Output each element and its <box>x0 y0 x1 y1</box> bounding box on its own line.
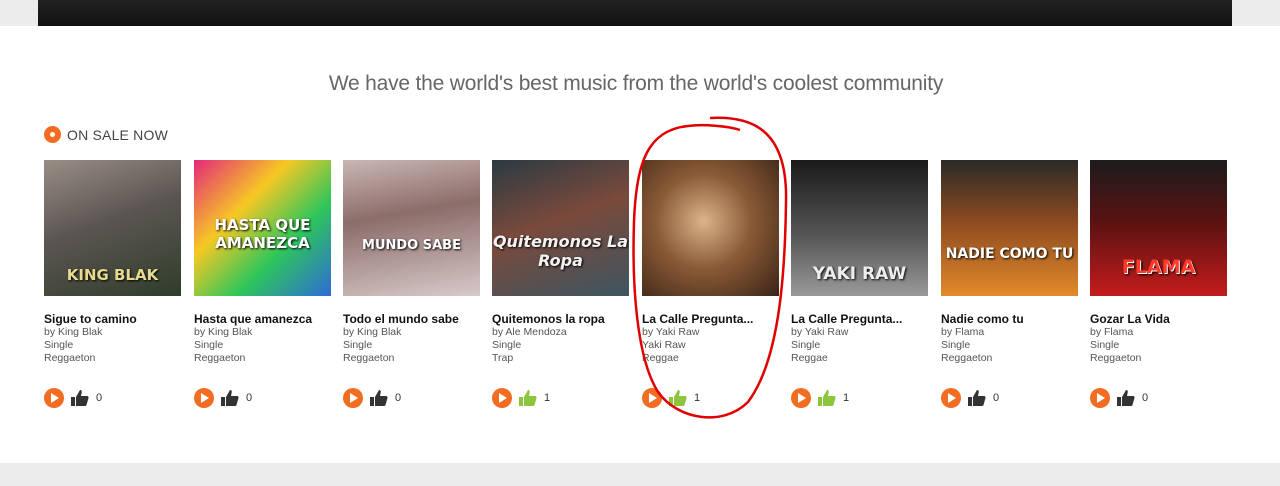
album-genre: Reggaeton <box>44 352 96 364</box>
album-cover[interactable]: Quitemonos La Ropa <box>492 160 629 296</box>
album-artist[interactable]: by Yaki Raw <box>642 326 779 339</box>
album-genre: Reggaeton <box>1090 352 1142 364</box>
album-format: Single <box>1090 339 1120 351</box>
album-card[interactable]: FLAMA Gozar La Vida by Flama Single Regg… <box>1090 160 1227 408</box>
album-title[interactable]: Hasta que amanezca <box>194 312 331 326</box>
like-count: 0 <box>1142 392 1149 404</box>
album-format: Single <box>941 339 971 351</box>
album-title[interactable]: Sigue to camino <box>44 312 181 326</box>
album-format: Yaki Raw <box>642 339 686 351</box>
play-icon[interactable] <box>642 388 662 408</box>
album-format: Single <box>492 339 522 351</box>
thumbs-up-icon[interactable] <box>70 389 90 407</box>
play-icon[interactable] <box>194 388 214 408</box>
album-card[interactable]: KING BLAK Sigue to camino by King Blak S… <box>44 160 181 408</box>
album-card[interactable]: NADIE COMO TU Nadie como tu by Flama Sin… <box>941 160 1078 408</box>
thumbs-up-icon[interactable] <box>967 389 987 407</box>
like-count: 0 <box>246 392 253 404</box>
footer-band <box>0 463 1280 486</box>
cover-text: YAKI RAW <box>812 264 907 284</box>
like-count: 0 <box>96 392 103 404</box>
cover-text: Quitemonos La Ropa <box>492 232 629 270</box>
cover-text: HASTA QUE AMANEZCA <box>214 216 311 252</box>
thumbs-up-icon[interactable] <box>220 389 240 407</box>
album-cover[interactable]: YAKI RAW <box>791 160 928 296</box>
play-icon[interactable] <box>791 388 811 408</box>
cover-text: KING BLAK <box>66 266 159 284</box>
like-count: 0 <box>993 392 1000 404</box>
album-artist[interactable]: by King Blak <box>194 326 331 339</box>
cover-text: NADIE COMO TU <box>945 246 1074 262</box>
cover-text: MUNDO SABE <box>362 238 461 253</box>
album-cover[interactable]: FLAMA <box>1090 160 1227 296</box>
thumbs-up-icon[interactable] <box>369 389 389 407</box>
album-format: Single <box>194 339 224 351</box>
album-artist[interactable]: by Yaki Raw <box>791 326 928 339</box>
album-title[interactable]: Gozar La Vida <box>1090 312 1227 326</box>
album-artist[interactable]: by Flama <box>941 326 1078 339</box>
top-banner <box>0 0 1280 26</box>
album-title[interactable]: Todo el mundo sabe <box>343 312 480 326</box>
album-cover[interactable]: MUNDO SABE <box>343 160 480 296</box>
thumbs-up-icon[interactable] <box>1116 389 1136 407</box>
thumbs-up-icon[interactable] <box>817 389 837 407</box>
album-genre: Reggae <box>642 352 679 364</box>
album-format: Single <box>791 339 821 351</box>
album-card[interactable]: HASTA QUE AMANEZCA Hasta que amanezca by… <box>194 160 331 408</box>
album-title[interactable]: Nadie como tu <box>941 312 1078 326</box>
album-cover[interactable]: HASTA QUE AMANEZCA <box>194 160 331 296</box>
album-title[interactable]: Quitemonos la ropa <box>492 312 629 326</box>
album-artist[interactable]: by Flama <box>1090 326 1227 339</box>
album-format: Single <box>44 339 74 351</box>
banner-image <box>38 0 1232 26</box>
section-header: ON SALE NOW <box>44 126 168 143</box>
thumbs-up-icon[interactable] <box>668 389 688 407</box>
play-icon[interactable] <box>1090 388 1110 408</box>
album-title[interactable]: La Calle Pregunta... <box>642 312 779 326</box>
album-artist[interactable]: by King Blak <box>343 326 480 339</box>
like-count: 1 <box>843 392 850 404</box>
album-card[interactable]: La Calle Pregunta... by Yaki Raw Yaki Ra… <box>642 160 779 408</box>
album-cover[interactable] <box>642 160 779 296</box>
album-card[interactable]: MUNDO SABE Todo el mundo sabe by King Bl… <box>343 160 480 408</box>
album-genre: Trap <box>492 352 514 364</box>
play-icon[interactable] <box>941 388 961 408</box>
album-title[interactable]: La Calle Pregunta... <box>791 312 928 326</box>
play-icon[interactable] <box>492 388 512 408</box>
album-artist[interactable]: by Ale Mendoza <box>492 326 629 339</box>
thumbs-up-icon[interactable] <box>518 389 538 407</box>
tagline: We have the world's best music from the … <box>328 72 944 95</box>
album-card[interactable]: YAKI RAW La Calle Pregunta... by Yaki Ra… <box>791 160 928 408</box>
album-format: Single <box>343 339 373 351</box>
play-icon[interactable] <box>44 388 64 408</box>
like-count: 1 <box>544 392 551 404</box>
section-title: ON SALE NOW <box>67 126 168 143</box>
disc-icon <box>44 126 61 143</box>
album-cover[interactable]: KING BLAK <box>44 160 181 296</box>
album-grid: KING BLAK Sigue to camino by King Blak S… <box>44 160 1234 420</box>
album-genre: Reggaeton <box>343 352 395 364</box>
album-genre: Reggaeton <box>194 352 246 364</box>
album-genre: Reggae <box>791 352 828 364</box>
like-count: 1 <box>694 392 701 404</box>
album-genre: Reggaeton <box>941 352 993 364</box>
album-cover[interactable]: NADIE COMO TU <box>941 160 1078 296</box>
cover-text: FLAMA <box>1121 256 1196 278</box>
play-icon[interactable] <box>343 388 363 408</box>
album-card[interactable]: Quitemonos La Ropa Quitemonos la ropa by… <box>492 160 629 408</box>
like-count: 0 <box>395 392 402 404</box>
album-artist[interactable]: by King Blak <box>44 326 181 339</box>
